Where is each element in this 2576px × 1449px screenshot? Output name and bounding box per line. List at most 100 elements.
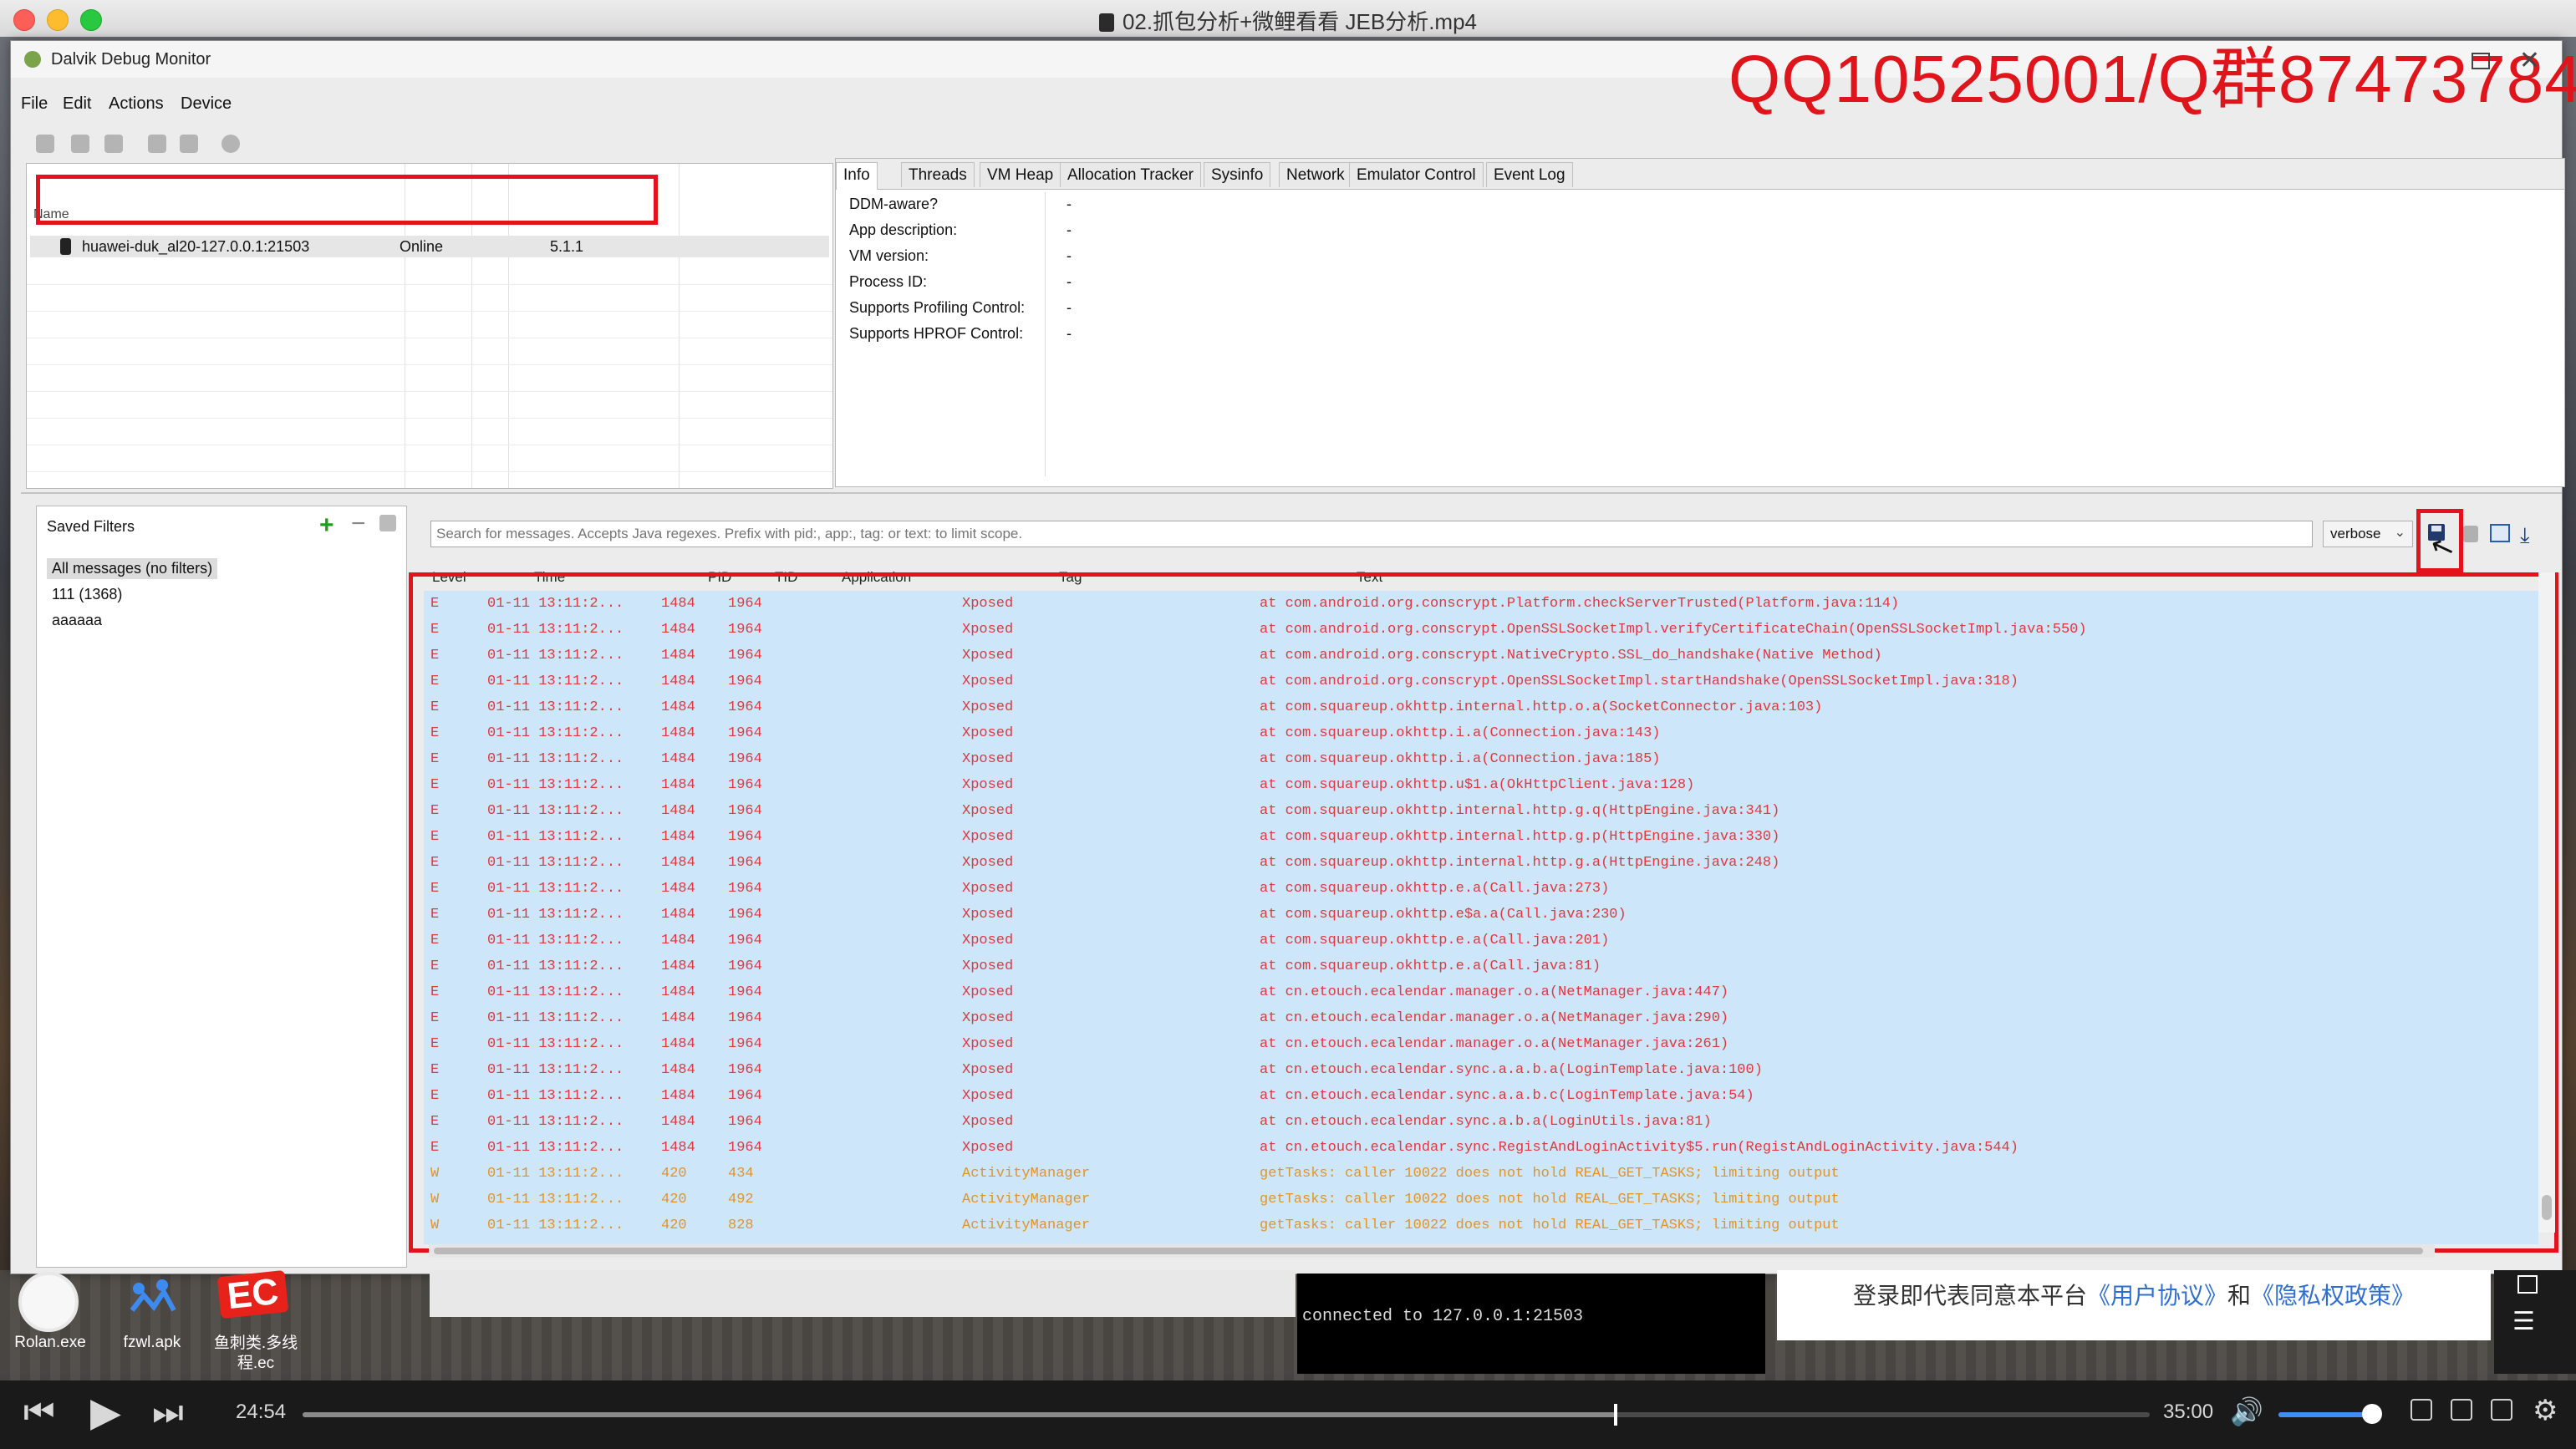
close-icon[interactable]: ✕ [2519, 46, 2540, 75]
update-threads-icon[interactable] [148, 135, 166, 153]
method-profiling-icon[interactable] [180, 135, 198, 153]
log-cell-pid: 1484 [661, 829, 695, 845]
log-row[interactable]: E 01-11 13:11:2... 1484 1964 Xposed at cn.eto… [424, 1109, 2538, 1134]
tab-emulator-control[interactable]: Emulator Control [1349, 162, 1484, 187]
log-row[interactable]: E 01-11 13:11:2... 1484 1964 Xposed at com.an… [424, 591, 2538, 616]
tab-info[interactable]: Info [836, 162, 878, 190]
scroll-lock-icon[interactable]: ⤓ [2520, 522, 2530, 549]
log-row[interactable]: E 01-11 13:11:2... 1484 1964 Xposed at com.sq… [424, 953, 2538, 979]
tab-event-log[interactable]: Event Log [1486, 162, 1573, 187]
tab-sysinfo[interactable]: Sysinfo [1204, 162, 1271, 187]
privacy-policy-link[interactable]: 《隐私权政策》 [2251, 1283, 2415, 1309]
ec-icon[interactable]: EC [216, 1269, 289, 1319]
scrollbar-thumb[interactable] [2542, 1195, 2552, 1220]
debug-process-icon[interactable] [36, 135, 54, 153]
log-cell-text: at com.squareup.okhttp.e.a(Call.java:273… [1260, 881, 1610, 897]
dump-hprof-icon[interactable] [104, 135, 123, 153]
subtitles-icon[interactable] [2491, 1399, 2512, 1421]
user-agreement-link[interactable]: 《用户协议》 [2087, 1283, 2227, 1309]
col-tid[interactable]: TID [775, 569, 797, 586]
log-row[interactable]: E 01-11 13:11:2... 1484 1964 Xposed at cn.eto… [424, 1135, 2538, 1160]
stop-process-icon[interactable] [221, 135, 240, 153]
log-row[interactable]: E 01-11 13:11:2... 1484 1964 Xposed at com.sq… [424, 772, 2538, 797]
tab-allocation-tracker[interactable]: Allocation Tracker [1060, 162, 1202, 187]
menu-device[interactable]: Device [181, 94, 232, 114]
previous-icon[interactable]: ⏮ [23, 1392, 55, 1433]
log-cell-time: 01-11 13:11:2... [487, 907, 624, 923]
tab-threads[interactable]: Threads [901, 162, 975, 187]
col-level[interactable]: Level [432, 569, 466, 586]
log-cell-pid: 1484 [661, 933, 695, 948]
panel-splitter[interactable] [21, 492, 2562, 494]
scrollbar-thumb[interactable] [434, 1248, 2423, 1254]
edit-filter-icon[interactable] [379, 515, 396, 531]
clear-log-icon[interactable] [2463, 526, 2478, 542]
fullscreen-icon[interactable] [2411, 1399, 2432, 1421]
menu-actions[interactable]: Actions [109, 94, 164, 114]
tab-network[interactable]: Network [1279, 162, 1352, 187]
filter-item[interactable]: aaaaaa [47, 610, 107, 631]
settings-gear-icon[interactable]: ⚙ [2533, 1394, 2558, 1427]
log-row[interactable]: E 01-11 13:11:2... 1484 1964 Xposed at cn.eto… [424, 1031, 2538, 1056]
devices-table-header: Name [27, 164, 832, 221]
list-icon[interactable]: ☰ [2512, 1307, 2535, 1336]
log-row[interactable]: W 01-11 13:11:2... 420 828 ActivityManager ge… [424, 1213, 2538, 1238]
col-application[interactable]: Application [842, 569, 911, 586]
log-row[interactable]: E 01-11 13:11:2... 1484 1964 Xposed at com.sq… [424, 928, 2538, 953]
pip-icon[interactable] [2451, 1399, 2472, 1421]
log-row[interactable]: E 01-11 13:11:2... 1484 1964 Xposed at com.sq… [424, 798, 2538, 823]
log-row[interactable]: E 01-11 13:11:2... 1484 1964 Xposed at cn.eto… [424, 1057, 2538, 1082]
filter-item-all[interactable]: All messages (no filters) [47, 558, 218, 579]
log-row[interactable]: E 01-11 13:11:2... 1484 1964 Xposed at com.sq… [424, 824, 2538, 849]
log-row[interactable]: E 01-11 13:11:2... 1484 1964 Xposed at cn.eto… [424, 1083, 2538, 1108]
log-row[interactable]: E 01-11 13:11:2... 1484 1964 Xposed at com.sq… [424, 746, 2538, 771]
log-cell-time: 01-11 13:11:2... [487, 1010, 624, 1026]
add-filter-icon[interactable]: + [319, 511, 334, 540]
remove-filter-icon[interactable]: − [351, 510, 366, 538]
log-row[interactable]: W 01-11 13:11:2... 420 492 ActivityManager ge… [424, 1187, 2538, 1212]
log-cell-tag: Xposed [962, 1114, 1014, 1130]
play-icon[interactable]: ▶ [90, 1389, 121, 1436]
volume-handle[interactable] [2361, 1404, 2382, 1424]
menu-file[interactable]: File [21, 94, 48, 114]
logcat-horizontal-scrollbar[interactable] [429, 1244, 2435, 1258]
col-pid[interactable]: PID [708, 569, 731, 586]
log-level-select[interactable]: verbose ⌄ [2323, 521, 2413, 547]
volume-icon[interactable]: 🔊 [2230, 1396, 2263, 1427]
col-text[interactable]: Text [1357, 569, 1382, 586]
log-row[interactable]: E 01-11 13:11:2... 1484 1964 Xposed at com.an… [424, 643, 2538, 668]
toggle-filters-panel-icon[interactable] [2490, 524, 2510, 542]
filter-item[interactable]: 111 (1368) [47, 584, 127, 605]
tab-vm-heap[interactable]: VM Heap [980, 162, 1061, 187]
log-row[interactable]: W 01-11 13:11:2... 420 434 ActivityManager ge… [424, 1161, 2538, 1186]
log-row[interactable]: E 01-11 13:11:2... 1484 1964 Xposed at com.an… [424, 669, 2538, 694]
next-icon[interactable]: ⏭ [152, 1392, 184, 1433]
log-row[interactable]: E 01-11 13:11:2... 1484 1964 Xposed at com.sq… [424, 694, 2538, 719]
logcat-vertical-scrollbar[interactable] [2538, 572, 2555, 1233]
log-row[interactable]: E 01-11 13:11:2... 1484 1964 Xposed at com.sq… [424, 850, 2538, 875]
update-heap-icon[interactable] [71, 135, 89, 153]
apk-icon[interactable] [127, 1277, 177, 1317]
col-tag[interactable]: Tag [1059, 569, 1082, 586]
log-cell-level: E [430, 881, 440, 897]
window-icon[interactable] [2517, 1275, 2538, 1294]
menu-edit[interactable]: Edit [63, 94, 91, 114]
log-cell-tid: 1964 [728, 1114, 762, 1130]
log-cell-tag: Xposed [962, 777, 1014, 793]
log-row[interactable]: E 01-11 13:11:2... 1484 1964 Xposed at com.sq… [424, 902, 2538, 927]
desktop-icon-label[interactable]: 鱼刺类.多线 程.ec [206, 1334, 306, 1374]
log-row[interactable]: E 01-11 13:11:2... 1484 1964 Xposed at com.sq… [424, 720, 2538, 745]
desktop-icon-label[interactable]: fzwl.apk [102, 1334, 202, 1352]
logcat-search-input[interactable] [430, 521, 2313, 547]
maximize-icon[interactable] [2472, 53, 2490, 69]
log-row[interactable]: E 01-11 13:11:2... 1484 1964 Xposed at cn.eto… [424, 979, 2538, 1004]
device-row[interactable]: huawei-duk_al20-127.0.0.1:21503 Online 5… [30, 236, 829, 257]
log-row[interactable]: E 01-11 13:11:2... 1484 1964 Xposed at com.an… [424, 617, 2538, 642]
log-cell-pid: 1484 [661, 1010, 695, 1026]
desktop-icon-label[interactable]: Rolan.exe [0, 1334, 100, 1352]
log-row[interactable]: E 01-11 13:11:2... 1484 1964 Xposed at cn.eto… [424, 1005, 2538, 1030]
log-row[interactable]: E 01-11 13:11:2... 1484 1964 Xposed at com.sq… [424, 876, 2538, 901]
col-time[interactable]: Time [534, 569, 565, 586]
rolan-icon[interactable] [18, 1272, 79, 1332]
seek-bar-handle[interactable] [1614, 1404, 1618, 1426]
